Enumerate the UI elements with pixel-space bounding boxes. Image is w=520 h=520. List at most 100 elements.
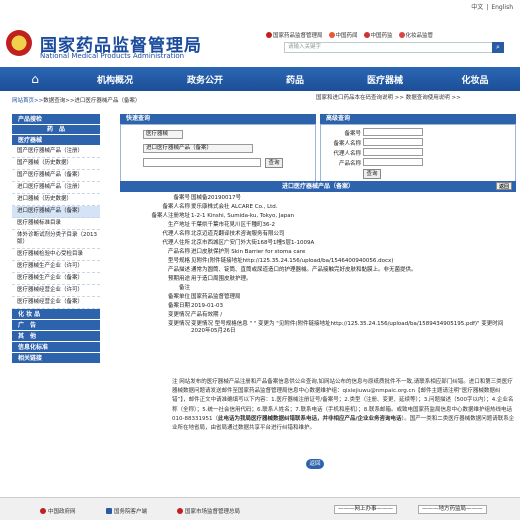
detail-value — [190, 285, 516, 292]
sidebar-item[interactable]: 医疗器械标准目录 — [12, 218, 100, 230]
toplink-cnpharm[interactable]: 中国药监 — [363, 31, 393, 39]
sidebar-head-device[interactable]: 医疗器械 — [12, 135, 100, 146]
detail-value: 北京市西城区广安门外大街168号1幢5层1-1009A — [191, 240, 315, 246]
search-button[interactable]: ⌕ — [492, 42, 504, 53]
query-help-links[interactable]: 国家和进口药品本在码查询说明 >> 数据查询使用说明 >> — [316, 93, 461, 101]
quick-query-head: 快速查询 — [120, 114, 316, 124]
breadcrumb: 网站首页>>数据查询>>进口医疗器械产品（备案） — [12, 96, 140, 104]
site-subtitle: National Medical Products Administration — [40, 52, 185, 60]
sidebar-head-search[interactable]: 产品搜检 — [12, 114, 100, 125]
detail-key: 产品描述 — [167, 267, 190, 273]
detail-key: 备案单位 — [167, 294, 190, 300]
search-icon: ⌕ — [496, 43, 500, 51]
detail-row: 变更情况 产品有效期 / — [120, 311, 516, 320]
notice-bold: 此电话为我局医疗器械数据纠错联系电话，并非相应产品/企业业务咨询电话 — [217, 415, 402, 422]
detail-key: 产品名称 — [167, 249, 190, 255]
footer-link-samr[interactable]: 国家市场监督管理总局 — [177, 507, 240, 515]
detail-row: 预期用途 用于造口周围皮肤护理。 — [120, 275, 516, 284]
detail-value: 进口皮肤保护剂 Skin Barrier for stoma care — [191, 249, 306, 255]
sidebar-item[interactable]: 医疗器械经营企业（备案） — [12, 297, 100, 309]
nav-device[interactable]: 医疗器械 — [340, 73, 430, 86]
nav-cosmetic[interactable]: 化妆品 — [430, 73, 520, 86]
sidebar-head-ad[interactable]: 广 告 — [12, 320, 100, 331]
nav-gov[interactable]: 政务公开 — [160, 73, 250, 86]
sidebar-item[interactable]: 医疗器械生产企业（备案） — [12, 273, 100, 285]
sidebar-item[interactable]: 医疗器械检验中心受检目录 — [12, 249, 100, 261]
sidebar-item[interactable]: 国产医疗器械产品（注册） — [12, 146, 100, 158]
news-icon — [363, 32, 370, 38]
detail-value: 1-2-1 Kinshi, Sumida-ku, Tokyo, Japan — [191, 213, 295, 219]
sidebar-item[interactable]: 医疗器械经营企业（许可） — [12, 285, 100, 297]
filer-name-input[interactable] — [363, 138, 423, 146]
detail-value: 用于造口周围皮肤护理。 — [191, 276, 252, 282]
cosmetic-icon — [398, 32, 405, 38]
field-label: 备案号 — [344, 131, 361, 137]
detail-key: 型号规格 — [167, 258, 190, 264]
sidebar: 产品搜检 药 品 医疗器械 国产医疗器械产品（注册） 国产器械（历史数据） 国产… — [12, 114, 100, 364]
samr-emblem-icon — [177, 508, 183, 514]
sidebar-head-standard[interactable]: 信息化标准 — [12, 342, 100, 353]
detail-key: 代理人住所 — [162, 240, 190, 246]
online-service-select[interactable]: ———网上办事——— — [334, 505, 398, 514]
sidebar-item[interactable]: 进口医疗器械产品（注册） — [12, 182, 100, 194]
nav-about[interactable]: 机构概况 — [70, 73, 160, 86]
toplink-cosmetics[interactable]: 化妆品监管 — [398, 31, 433, 39]
toplink-nmpa[interactable]: 国家药品监督管理局 — [266, 31, 323, 39]
agent-name-input[interactable] — [363, 148, 423, 156]
sidebar-item[interactable]: 医疗器械生产企业（许可） — [12, 261, 100, 273]
notice-text: 注 网站发布的医疗器械产品注册和产品备案信息供公众查询,如网站公布的信息与原纸质… — [172, 378, 516, 433]
detail-key: 备案人名称 — [162, 204, 190, 210]
quick-query-button[interactable]: 查询 — [265, 158, 283, 168]
back-button[interactable]: 返回 — [306, 459, 324, 469]
sidebar-head-drug[interactable]: 药 品 — [12, 125, 100, 135]
app-icon — [106, 508, 112, 514]
detail-row: 备案号 国械备20190017号 — [120, 194, 516, 203]
breadcrumb-tail: 数据查询>>进口医疗器械产品（备案） — [43, 98, 141, 104]
detail-value: 见附件(附件链接地址http://125.35.24.156/upload/ba… — [191, 258, 394, 264]
subcategory-select[interactable]: 进口医疗器械产品（备案） — [143, 144, 253, 153]
query-panels: 快速查询 医疗器械 进口医疗器械产品（备案） 查询 高级查询 备案号 备案人名称… — [120, 114, 516, 188]
detail-value: 国械备20190017号 — [191, 195, 241, 201]
detail-value: 爱乐康株式会社 ALCARE Co., Ltd. — [191, 204, 278, 210]
nav-drug[interactable]: 药品 — [250, 73, 340, 86]
advanced-query-button[interactable]: 查询 — [363, 169, 381, 179]
detail-row: 代理人住所 北京市西城区广安门外大街168号1幢5层1-1009A — [120, 239, 516, 248]
sidebar-item[interactable]: 进口器械（历史数据） — [12, 194, 100, 206]
sidebar-item[interactable]: 体外诊断试剂分类子目录（2013版） — [12, 230, 100, 249]
local-agency-select[interactable]: ———地方药监局——— — [418, 505, 487, 514]
back-small-button[interactable]: 返回 — [495, 182, 512, 190]
detail-value: 产品有效期 / — [191, 312, 223, 318]
advanced-query-head: 高级查询 — [320, 114, 516, 124]
breadcrumb-home[interactable]: 网站首页>> — [12, 98, 43, 104]
detail-row: 备注 — [120, 284, 516, 293]
sidebar-item[interactable]: 国产医疗器械产品（备案） — [12, 170, 100, 182]
field-label: 产品名称 — [338, 161, 361, 167]
search-input[interactable]: 请输入关键字 — [284, 42, 494, 53]
detail-key: 备注 — [178, 285, 190, 291]
detail-value: 变更情况 型号规格信息 " " 变更为 "见附件(附件链接地址http://12… — [191, 321, 504, 334]
home-icon[interactable]: ⌂ — [0, 72, 70, 86]
globe-icon — [328, 32, 335, 38]
sidebar-item[interactable]: 国产器械（历史数据） — [12, 158, 100, 170]
category-select[interactable]: 医疗器械 — [143, 130, 183, 139]
detail-key: 备案号 — [173, 195, 190, 201]
sidebar-head-other[interactable]: 其 他 — [12, 331, 100, 342]
lang-cn[interactable]: 中文 — [468, 4, 486, 11]
quick-keyword-input[interactable] — [143, 158, 261, 167]
footer-link-gov[interactable]: 中国政府网 — [40, 507, 76, 515]
detail-row: 备案人名称 爱乐康株式会社 ALCARE Co., Ltd. — [120, 203, 516, 212]
product-name-input[interactable] — [363, 158, 423, 166]
sidebar-head-links[interactable]: 相关链接 — [12, 353, 100, 364]
detail-value: 2019-01-03 — [191, 303, 223, 309]
detail-value: 千葉県千葉市花見川区千種町36-2 — [191, 222, 275, 228]
detail-row: 备案日期 2019-01-03 — [120, 302, 516, 311]
language-switch: 中文 | English — [468, 2, 516, 11]
sidebar-item-selected[interactable]: 进口医疗器械产品（备案） — [12, 206, 100, 218]
toplink-drugnews[interactable]: 中国药闻 — [328, 31, 358, 39]
record-no-input[interactable] — [363, 128, 423, 136]
detail-value: 通常为圆筒、锭筒、直筒或尿道造口的护理器械。产品接触完好皮肤和黏膜上。非无菌提供… — [191, 267, 417, 273]
sidebar-head-cosmetic[interactable]: 化 妆 品 — [12, 309, 100, 320]
detail-key: 代理人名称 — [162, 231, 190, 237]
footer-link-client[interactable]: 国务院客户端 — [106, 507, 147, 515]
lang-en[interactable]: English — [488, 4, 516, 11]
